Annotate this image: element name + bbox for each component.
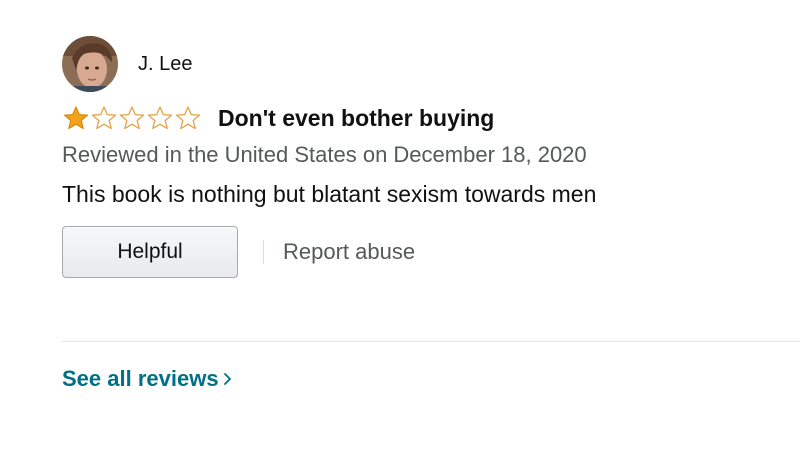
review-body: This book is nothing but blatant sexism … — [62, 181, 597, 207]
review-actions: Helpful Report abuse — [62, 226, 782, 278]
see-all-reviews-link[interactable]: See all reviews — [62, 366, 233, 392]
review-date: Reviewed in the United States on Decembe… — [62, 142, 587, 167]
star-empty-icon — [119, 106, 145, 130]
avatar[interactable] — [62, 36, 118, 92]
star-filled-icon — [63, 106, 89, 130]
see-all-reviews-label[interactable]: See all reviews — [62, 366, 219, 392]
chevron-right-icon — [223, 373, 231, 385]
rating-row: Don't even bother buying — [62, 104, 782, 132]
reviewer-profile[interactable]: J. Lee — [62, 36, 782, 92]
review-widget: J. Lee Don't even bother buying Reviewed… — [0, 0, 800, 456]
star-empty-icon — [175, 106, 201, 130]
star-empty-icon — [147, 106, 173, 130]
customer-review: J. Lee Don't even bother buying Reviewed… — [62, 36, 782, 278]
helpful-button[interactable]: Helpful — [62, 226, 238, 278]
action-divider — [263, 240, 264, 264]
star-rating[interactable] — [62, 105, 202, 131]
review-title[interactable]: Don't even bother buying — [218, 105, 494, 132]
reviewer-photo-icon — [62, 36, 118, 92]
report-abuse-link[interactable]: Report abuse — [283, 239, 415, 265]
reviewer-name[interactable]: J. Lee — [138, 53, 192, 76]
section-divider — [62, 341, 800, 342]
star-empty-icon — [91, 106, 117, 130]
